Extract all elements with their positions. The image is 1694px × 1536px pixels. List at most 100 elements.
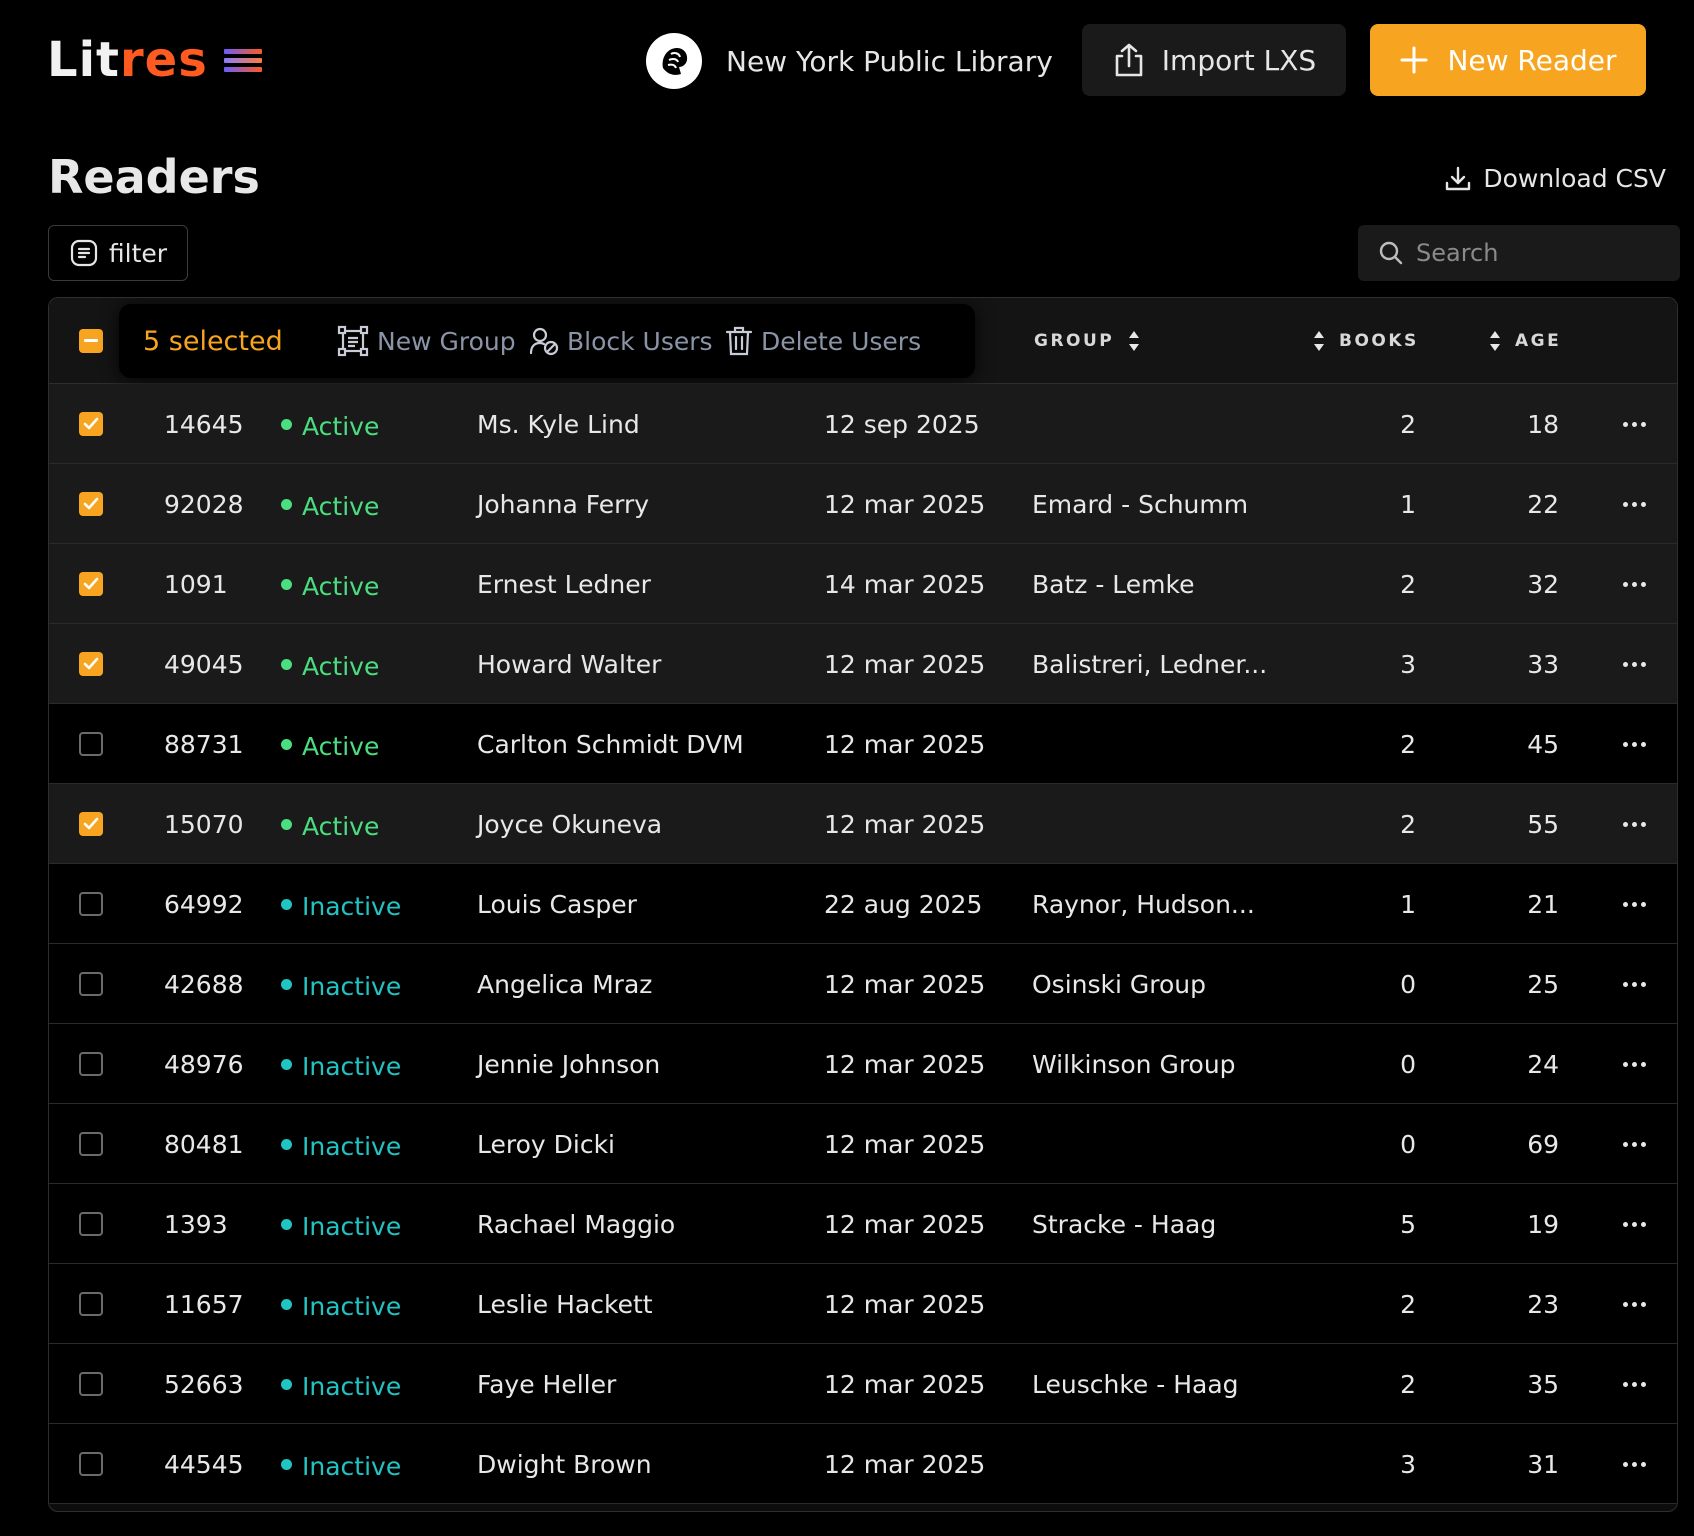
select-all-checkbox[interactable] <box>79 329 103 353</box>
status-badge: Active <box>281 624 379 704</box>
page-title: Readers <box>48 150 260 204</box>
table-row[interactable]: 11657 Inactive Leslie Hackett 12 mar 2025 2 2… <box>49 1264 1677 1344</box>
reader-age: 55 <box>1527 809 1559 839</box>
reader-date: 12 mar 2025 <box>824 1129 986 1159</box>
reader-books: 3 <box>1400 1449 1416 1479</box>
row-checkbox-cell <box>79 864 103 944</box>
row-checkbox[interactable] <box>79 892 103 916</box>
status-badge: Active <box>281 544 379 624</box>
status-badge: Inactive <box>281 864 401 944</box>
download-csv-button[interactable]: Download CSV <box>1445 164 1666 193</box>
row-checkbox[interactable] <box>79 732 103 756</box>
column-header-books[interactable]: BOOKS <box>1313 298 1419 384</box>
table-row[interactable]: 64992 Inactive Louis Casper 22 aug 2025 Rayn… <box>49 864 1677 944</box>
table-row[interactable]: 14645 Active Ms. Kyle Lind 12 sep 2025 2 18 <box>49 384 1677 464</box>
row-checkbox[interactable] <box>79 412 103 436</box>
block-users-label: Block Users <box>567 326 713 356</box>
row-more-icon[interactable] <box>1623 864 1646 944</box>
row-checkbox-cell <box>79 1184 103 1264</box>
row-checkbox[interactable] <box>79 1132 103 1156</box>
table-row[interactable]: 42688 Inactive Angelica Mraz 12 mar 2025 Osi… <box>49 944 1677 1024</box>
table-row[interactable]: 80481 Inactive Leroy Dicki 12 mar 2025 0 69 <box>49 1104 1677 1184</box>
reader-date: 22 aug 2025 <box>824 889 983 919</box>
row-checkbox[interactable] <box>79 812 103 836</box>
status-badge: Inactive <box>281 1024 401 1104</box>
row-more-icon[interactable] <box>1623 1424 1646 1504</box>
reader-books: 2 <box>1400 809 1416 839</box>
reader-date: 12 mar 2025 <box>824 1049 986 1079</box>
status-dot <box>281 658 292 670</box>
status-dot <box>281 818 292 830</box>
status-label: Inactive <box>302 1051 402 1081</box>
row-more-icon[interactable] <box>1623 1024 1646 1104</box>
row-checkbox[interactable] <box>79 1052 103 1076</box>
row-more-icon[interactable] <box>1623 1344 1646 1424</box>
row-more-icon[interactable] <box>1623 464 1646 544</box>
table-row[interactable]: 44545 Inactive Dwight Brown 12 mar 2025 3 31 <box>49 1424 1677 1504</box>
row-checkbox[interactable] <box>79 652 103 676</box>
new-group-button[interactable]: New Group <box>337 325 516 357</box>
search-box[interactable] <box>1358 225 1680 281</box>
app-header: Litres New York Public Library Import LX… <box>0 0 1694 120</box>
selected-count: 5 selected <box>143 325 283 357</box>
table-row[interactable]: 48976 Inactive Jennie Johnson 12 mar 2025 Wi… <box>49 1024 1677 1104</box>
reader-date: 12 mar 2025 <box>824 969 986 999</box>
table-row[interactable]: 15070 Active Joyce Okuneva 12 mar 2025 2 55 <box>49 784 1677 864</box>
reader-date: 12 mar 2025 <box>824 1209 986 1239</box>
filter-button[interactable]: filter <box>48 225 188 281</box>
status-label: Inactive <box>302 1371 402 1401</box>
status-badge: Inactive <box>281 1344 401 1424</box>
reader-id: 48976 <box>164 1049 244 1079</box>
row-checkbox[interactable] <box>79 492 103 516</box>
reader-group: Batz - Lemke <box>1032 569 1195 599</box>
table-row[interactable]: 52663 Inactive Faye Heller 12 mar 2025 Leusc… <box>49 1344 1677 1424</box>
table-header: 5 selected New Group Block Users Delete … <box>49 298 1677 384</box>
table-row[interactable]: 88731 Active Carlton Schmidt DVM 12 mar 202… <box>49 704 1677 784</box>
search-input[interactable] <box>1416 239 1656 267</box>
column-header-age[interactable]: AGE <box>1489 298 1561 384</box>
row-checkbox[interactable] <box>79 1372 103 1396</box>
import-lxs-button[interactable]: Import LXS <box>1082 24 1346 96</box>
row-more-icon[interactable] <box>1623 704 1646 784</box>
status-label: Inactive <box>302 1211 402 1241</box>
row-checkbox-cell <box>79 624 103 704</box>
row-checkbox-cell <box>79 1104 103 1184</box>
row-more-icon[interactable] <box>1623 944 1646 1024</box>
row-more-icon[interactable] <box>1623 384 1646 464</box>
check-icon <box>83 817 99 830</box>
litres-logo[interactable]: Litres <box>47 36 262 84</box>
reader-books: 2 <box>1400 569 1416 599</box>
reader-books: 0 <box>1400 969 1416 999</box>
table-row[interactable]: 1393 Inactive Rachael Maggio 12 mar 2025 Str… <box>49 1184 1677 1264</box>
block-users-button[interactable]: Block Users <box>529 326 713 356</box>
library-name: New York Public Library <box>726 44 1053 78</box>
table-row[interactable]: 1091 Active Ernest Ledner 14 mar 2025 Batz -… <box>49 544 1677 624</box>
row-more-icon[interactable] <box>1623 1264 1646 1344</box>
reader-age: 18 <box>1527 409 1559 439</box>
reader-id: 88731 <box>164 729 244 759</box>
table-row[interactable]: 92028 Active Johanna Ferry 12 mar 2025 Emard… <box>49 464 1677 544</box>
row-checkbox[interactable] <box>79 1292 103 1316</box>
reader-age: 21 <box>1527 889 1559 919</box>
row-checkbox[interactable] <box>79 1212 103 1236</box>
library-switcher[interactable]: New York Public Library <box>646 33 1053 89</box>
row-checkbox[interactable] <box>79 572 103 596</box>
status-label: Active <box>302 731 380 761</box>
row-more-icon[interactable] <box>1623 784 1646 864</box>
new-reader-button[interactable]: New Reader <box>1370 24 1646 96</box>
row-more-icon[interactable] <box>1623 1184 1646 1264</box>
row-checkbox[interactable] <box>79 1452 103 1476</box>
reader-name: Angelica Mraz <box>477 969 653 999</box>
trash-icon <box>725 326 753 356</box>
row-checkbox[interactable] <box>79 972 103 996</box>
row-more-icon[interactable] <box>1623 1104 1646 1184</box>
delete-users-button[interactable]: Delete Users <box>725 326 921 356</box>
row-more-icon[interactable] <box>1623 624 1646 704</box>
reader-age: 24 <box>1527 1049 1559 1079</box>
reader-age: 32 <box>1527 569 1559 599</box>
block-user-icon <box>529 327 559 356</box>
table-row[interactable]: 49045 Active Howard Walter 12 mar 2025 Balis… <box>49 624 1677 704</box>
reader-age: 31 <box>1527 1449 1559 1479</box>
column-header-group[interactable]: GROUP <box>1034 298 1140 384</box>
row-more-icon[interactable] <box>1623 544 1646 624</box>
